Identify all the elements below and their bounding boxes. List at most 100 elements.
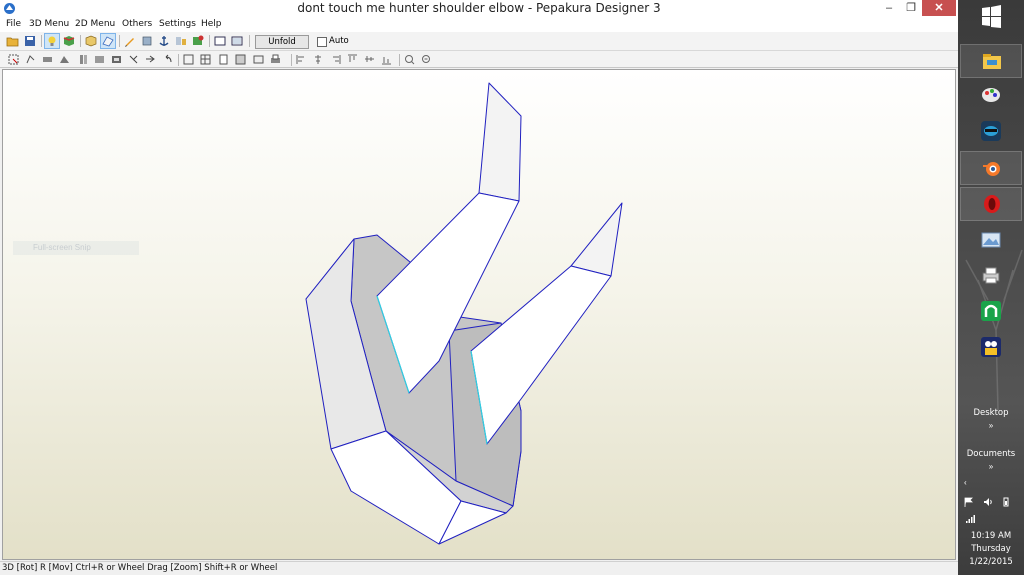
model-face (470, 265, 612, 445)
file-explorer-icon (983, 54, 1001, 69)
anchor-icon[interactable] (157, 34, 171, 48)
menu-others[interactable]: Others (122, 18, 152, 32)
move-part-icon[interactable] (42, 54, 53, 65)
undo-icon[interactable] (162, 54, 173, 65)
split-view-icon[interactable] (230, 34, 244, 48)
menu-file[interactable]: File (6, 18, 21, 32)
volume-icon[interactable] (983, 497, 993, 507)
documents-toolbar-label[interactable]: Documents (958, 449, 1024, 459)
clock-date[interactable]: 1/22/2015 (958, 557, 1024, 567)
align-left-icon[interactable] (296, 54, 307, 65)
photo-viewer-icon (981, 232, 1001, 248)
blender-icon (983, 162, 1000, 176)
desktop-expand-icon[interactable]: » (958, 421, 1024, 430)
print-icon[interactable] (270, 54, 281, 65)
window-title: dont touch me hunter shoulder elbow - Pe… (297, 1, 661, 15)
disconnect-icon[interactable] (94, 54, 105, 65)
box-icon[interactable] (84, 34, 98, 48)
unfold-button[interactable]: Unfold (255, 35, 309, 49)
toolbar-separator (249, 35, 250, 47)
windows-taskbar: Desktop » Documents » ‹ 10:19 AM Thursda… (958, 0, 1024, 575)
green-app-icon (981, 301, 1001, 321)
taskbar-file-explorer[interactable] (960, 44, 1022, 78)
status-bar: 3D [Rot] R [Mov] Ctrl+R or Wheel Drag [Z… (0, 561, 958, 575)
page-settings-icon[interactable] (235, 54, 246, 65)
status-text: 3D [Rot] R [Mov] Ctrl+R or Wheel Drag [Z… (2, 563, 278, 573)
menu-help[interactable]: Help (201, 18, 222, 32)
align-right-icon[interactable] (330, 54, 341, 65)
taskbar-blender[interactable] (960, 151, 1022, 185)
toolbar-separator (209, 35, 210, 47)
clock-time[interactable]: 10:19 AM (958, 531, 1024, 541)
clock-day[interactable]: Thursday (958, 544, 1024, 554)
frame-icon[interactable] (183, 54, 194, 65)
align-top-icon[interactable] (347, 54, 358, 65)
save-icon[interactable] (23, 34, 37, 48)
cylinder-icon[interactable] (140, 34, 154, 48)
title-bar[interactable]: dont touch me hunter shoulder elbow - Pe… (0, 0, 958, 18)
taskbar-masked-app[interactable] (960, 115, 1022, 149)
documents-expand-icon[interactable]: » (958, 462, 1024, 471)
network-signal-icon[interactable] (965, 514, 975, 524)
taskbar-green-app[interactable] (960, 295, 1022, 329)
power-icon[interactable] (1001, 497, 1011, 507)
print-preview-icon[interactable] (253, 54, 264, 65)
align-center-icon[interactable] (313, 54, 324, 65)
3d-model[interactable] (3, 70, 956, 560)
unfold-view-icon[interactable] (100, 33, 116, 49)
desktop-toolbar-label[interactable]: Desktop (958, 408, 1024, 418)
align-bottom-icon[interactable] (381, 54, 392, 65)
arrow-right-icon[interactable] (145, 54, 156, 65)
main-toolbar: Unfold Auto (0, 32, 958, 51)
join-icon[interactable] (78, 54, 89, 65)
toolbar-separator (399, 54, 400, 66)
menu-2d[interactable]: 2D Menu (75, 18, 115, 32)
fold-icon[interactable] (111, 54, 122, 65)
single-view-icon[interactable] (213, 34, 227, 48)
media-app-icon (981, 337, 1001, 357)
taskbar-printer[interactable] (960, 259, 1022, 293)
open-folder-icon[interactable] (6, 34, 20, 48)
action-center-flag-icon[interactable] (964, 497, 974, 507)
zoom-in-icon[interactable] (404, 54, 415, 65)
pencil-icon[interactable] (123, 34, 137, 48)
align-middle-icon[interactable] (364, 54, 375, 65)
rotate-part-icon[interactable] (25, 54, 36, 65)
toolbar-separator (178, 54, 179, 66)
taskbar-photo-viewer[interactable] (960, 224, 1022, 258)
lightbulb-icon[interactable] (44, 33, 60, 49)
restore-button[interactable]: ❐ (898, 0, 924, 16)
toolbar-separator (291, 54, 292, 66)
tray-collapse-icon[interactable]: ‹ (964, 478, 984, 487)
windows-start-icon[interactable] (958, 0, 1024, 34)
page-icon[interactable] (218, 54, 229, 65)
select-icon[interactable] (8, 54, 19, 65)
pepakura-window: dont touch me hunter shoulder elbow - Pe… (0, 0, 958, 575)
grid-icon[interactable] (200, 54, 211, 65)
model-face (570, 202, 623, 277)
opera-icon (984, 195, 1000, 213)
zoom-out-icon[interactable] (421, 54, 432, 65)
mask-app-icon (981, 121, 1001, 141)
taskbar-opera[interactable] (960, 187, 1022, 221)
menu-3d[interactable]: 3D Menu (29, 18, 69, 32)
printer-icon (982, 267, 1000, 284)
auto-label: Auto (329, 36, 349, 46)
texture-cube-icon[interactable] (62, 34, 76, 48)
menu-bar: File 3D Menu 2D Menu Others Settings Hel… (0, 18, 958, 32)
edge-icon[interactable] (128, 54, 139, 65)
toolbar-separator (119, 35, 120, 47)
3d-viewport[interactable]: Full-screen Snip (2, 69, 956, 560)
paint-icon[interactable] (191, 34, 205, 48)
toolbar-separator (80, 35, 81, 47)
taskbar-media-app[interactable] (960, 331, 1022, 365)
edit-toolbar (0, 51, 958, 68)
toolbar-separator (41, 35, 42, 47)
paint-palette-icon (982, 88, 1000, 102)
flap-icon[interactable] (59, 54, 70, 65)
close-button[interactable]: ✕ (922, 0, 956, 16)
menu-settings[interactable]: Settings (159, 18, 196, 32)
taskbar-paint[interactable] (960, 79, 1022, 113)
parts-icon[interactable] (174, 34, 188, 48)
auto-checkbox[interactable] (317, 37, 327, 47)
